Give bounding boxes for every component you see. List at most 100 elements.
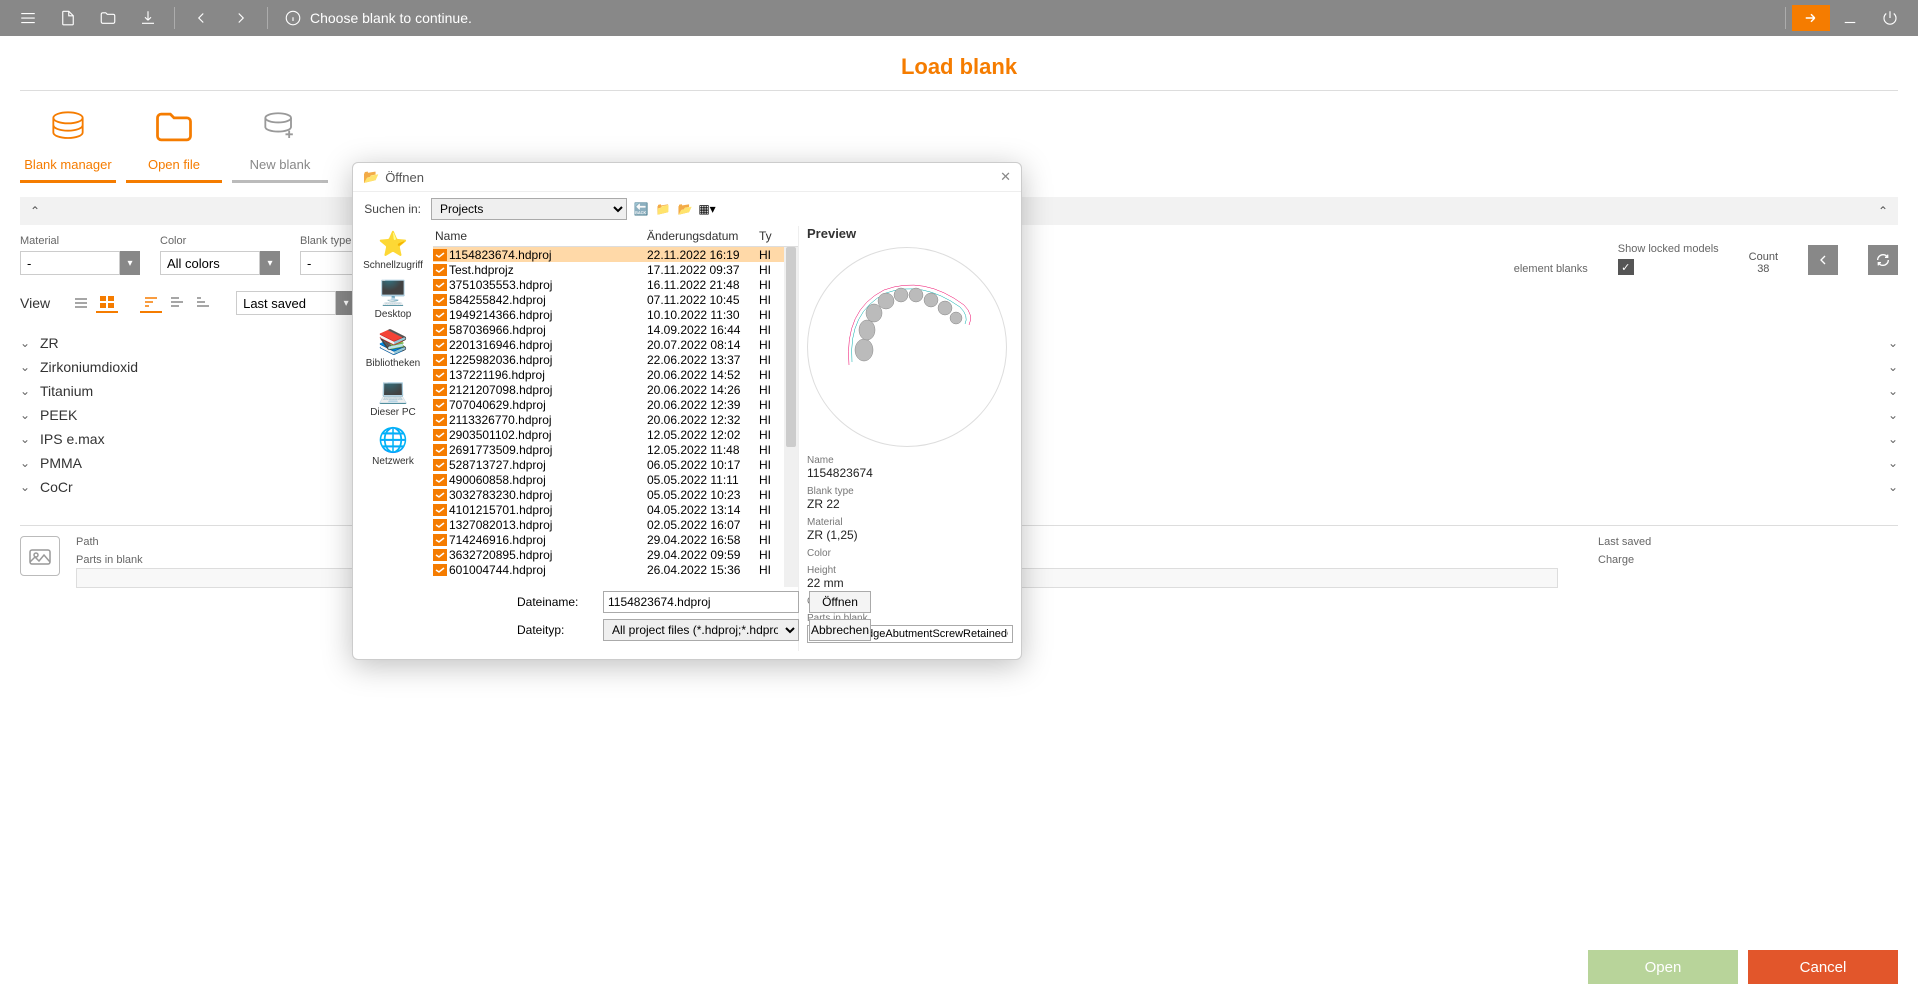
filetype-select[interactable]: All project files (*.hdproj;*.hdprojz;*.… [603,619,799,641]
color-select[interactable]: ▾ [160,251,280,275]
filename-input[interactable] [603,591,799,613]
file-row[interactable]: Test.hdprojz17.11.2022 09:37HI [433,262,798,277]
tab-new-blank[interactable]: New blank [232,103,328,183]
file-row[interactable]: 584255842.hdproj07.11.2022 10:45HI [433,292,798,307]
dialog-open-button[interactable]: Öffnen [809,591,871,613]
tab-label: Blank manager [20,157,116,172]
file-row[interactable]: 1327082013.hdproj02.05.2022 16:07HI [433,517,798,532]
place-item[interactable]: 🌐Netzwerk [372,426,414,467]
folder-icon: 📂 [363,169,379,185]
col-date[interactable]: Änderungsdatum [647,229,759,243]
places-sidebar: ⭐Schnellzugriff 🖥️Desktop 📚Bibliotheken 💻Di… [353,226,433,651]
page-title: Load blank [20,36,1898,91]
file-row[interactable]: 3632720895.hdproj29.04.2022 09:59HI [433,547,798,562]
open-folder-icon[interactable] [88,0,128,36]
list-view-icon[interactable] [70,293,92,313]
file-row[interactable]: 528713727.hdproj06.05.2022 10:17HI [433,457,798,472]
show-locked-label: Show locked models [1618,243,1719,255]
back-icon[interactable] [181,0,221,36]
back-nav-icon[interactable]: 🔙 [631,199,651,219]
tab-blank-manager[interactable]: Blank manager [20,103,116,183]
filename-label: Dateiname: [517,595,593,609]
tab-open-file[interactable]: Open file [126,103,222,183]
tab-label: New blank [232,157,328,172]
file-row[interactable]: 490060858.hdproj05.05.2022 11:11HI [433,472,798,487]
download-icon[interactable] [128,0,168,36]
pv-blanktype: ZR 22 [807,497,1013,511]
new-folder-icon[interactable]: 📂 [675,199,695,219]
tab-label: Open file [126,157,222,172]
close-icon[interactable]: ✕ [1000,169,1011,185]
sort-select[interactable]: ▾ [236,291,356,315]
file-row[interactable]: 3751035553.hdproj16.11.2022 21:48HI [433,277,798,292]
hint-text: Choose blank to continue. [310,10,472,26]
place-item[interactable]: 📚Bibliotheken [366,328,420,369]
file-list[interactable]: 1154823674.hdproj22.11.2022 16:19HITest.… [433,247,798,587]
sort-desc-icon[interactable] [140,293,162,313]
search-in-select[interactable]: Projects [431,198,627,220]
minimize-icon[interactable] [1830,0,1870,36]
search-in-label: Suchen in: [353,202,427,216]
view-label: View [20,295,50,311]
chevron-up-icon: ⌃ [1878,204,1888,218]
pv-height: 22 mm [807,576,1013,590]
preview-title: Preview [807,226,1013,241]
refresh-button[interactable] [1868,245,1898,275]
file-row[interactable]: 707040629.hdproj20.06.2022 12:39HI [433,397,798,412]
file-row[interactable]: 2121207098.hdproj20.06.2022 14:26HI [433,382,798,397]
col-name[interactable]: Name [433,229,647,243]
new-file-icon[interactable] [48,0,88,36]
view-menu-icon[interactable]: ▦▾ [697,199,717,219]
file-row[interactable]: 1154823674.hdproj22.11.2022 16:19HI [433,247,798,262]
pv-name: 1154823674 [807,466,1013,480]
filetype-label: Dateityp: [517,623,593,637]
preview-image [807,247,1007,447]
file-list-header: Name Änderungsdatum Ty [433,226,798,247]
dialog-titlebar: 📂 Öffnen ✕ [353,163,1021,192]
file-row[interactable]: 2201316946.hdproj20.07.2022 08:14HI [433,337,798,352]
charge-label: Charge [1598,554,1898,566]
col-type[interactable]: Ty [759,229,777,243]
sort-mid-icon[interactable] [166,293,188,313]
material-select[interactable]: ▾ [20,251,140,275]
dialog-title: Öffnen [385,170,424,185]
file-row[interactable]: 4101215701.hdproj04.05.2022 13:14HI [433,502,798,517]
pv-name-label: Name [807,455,1013,466]
file-row[interactable]: 601004744.hdproj26.04.2022 15:36HI [433,562,798,577]
grid-view-icon[interactable] [96,293,118,313]
file-row[interactable]: 1949214366.hdproj10.10.2022 11:30HI [433,307,798,322]
color-label: Color [160,235,280,247]
place-item[interactable]: 🖥️Desktop [375,279,412,320]
file-row[interactable]: 3032783230.hdproj05.05.2022 10:23HI [433,487,798,502]
new-blank-icon [232,103,328,151]
file-row[interactable]: 137221196.hdproj20.06.2022 14:52HI [433,367,798,382]
blanks-stack-icon [20,103,116,151]
prev-button[interactable] [1808,245,1838,275]
thumbnail-icon [20,536,60,576]
count-display: Count 38 [1749,251,1778,275]
file-row[interactable]: 587036966.hdproj14.09.2022 16:44HI [433,322,798,337]
dialog-cancel-button[interactable]: Abbrechen [809,619,871,641]
pv-material-label: Material [807,517,1013,528]
scrollbar[interactable] [784,247,798,587]
cancel-button[interactable]: Cancel [1748,950,1898,984]
top-toolbar: Choose blank to continue. [0,0,1918,36]
menu-icon[interactable] [8,0,48,36]
preview-panel: Preview Name1154823674 Blank typeZR 22 M… [799,226,1021,651]
proceed-icon[interactable] [1792,5,1830,31]
material-label: Material [20,235,140,247]
forward-icon[interactable] [221,0,261,36]
file-row[interactable]: 2113326770.hdproj20.06.2022 12:32HI [433,412,798,427]
up-nav-icon[interactable]: 📁 [653,199,673,219]
file-row[interactable]: 2903501102.hdproj12.05.2022 12:02HI [433,427,798,442]
power-icon[interactable] [1870,0,1910,36]
show-locked-checkbox[interactable]: ✓ [1618,259,1634,275]
file-row[interactable]: 714246916.hdproj29.04.2022 16:58HI [433,532,798,547]
sort-asc-icon[interactable] [192,293,214,313]
chevron-up-icon: ⌃ [30,204,40,218]
place-item[interactable]: 💻Dieser PC [370,377,416,418]
place-item[interactable]: ⭐Schnellzugriff [363,230,423,271]
open-button[interactable]: Open [1588,950,1738,984]
file-row[interactable]: 2691773509.hdproj12.05.2022 11:48HI [433,442,798,457]
file-row[interactable]: 1225982036.hdproj22.06.2022 13:37HI [433,352,798,367]
